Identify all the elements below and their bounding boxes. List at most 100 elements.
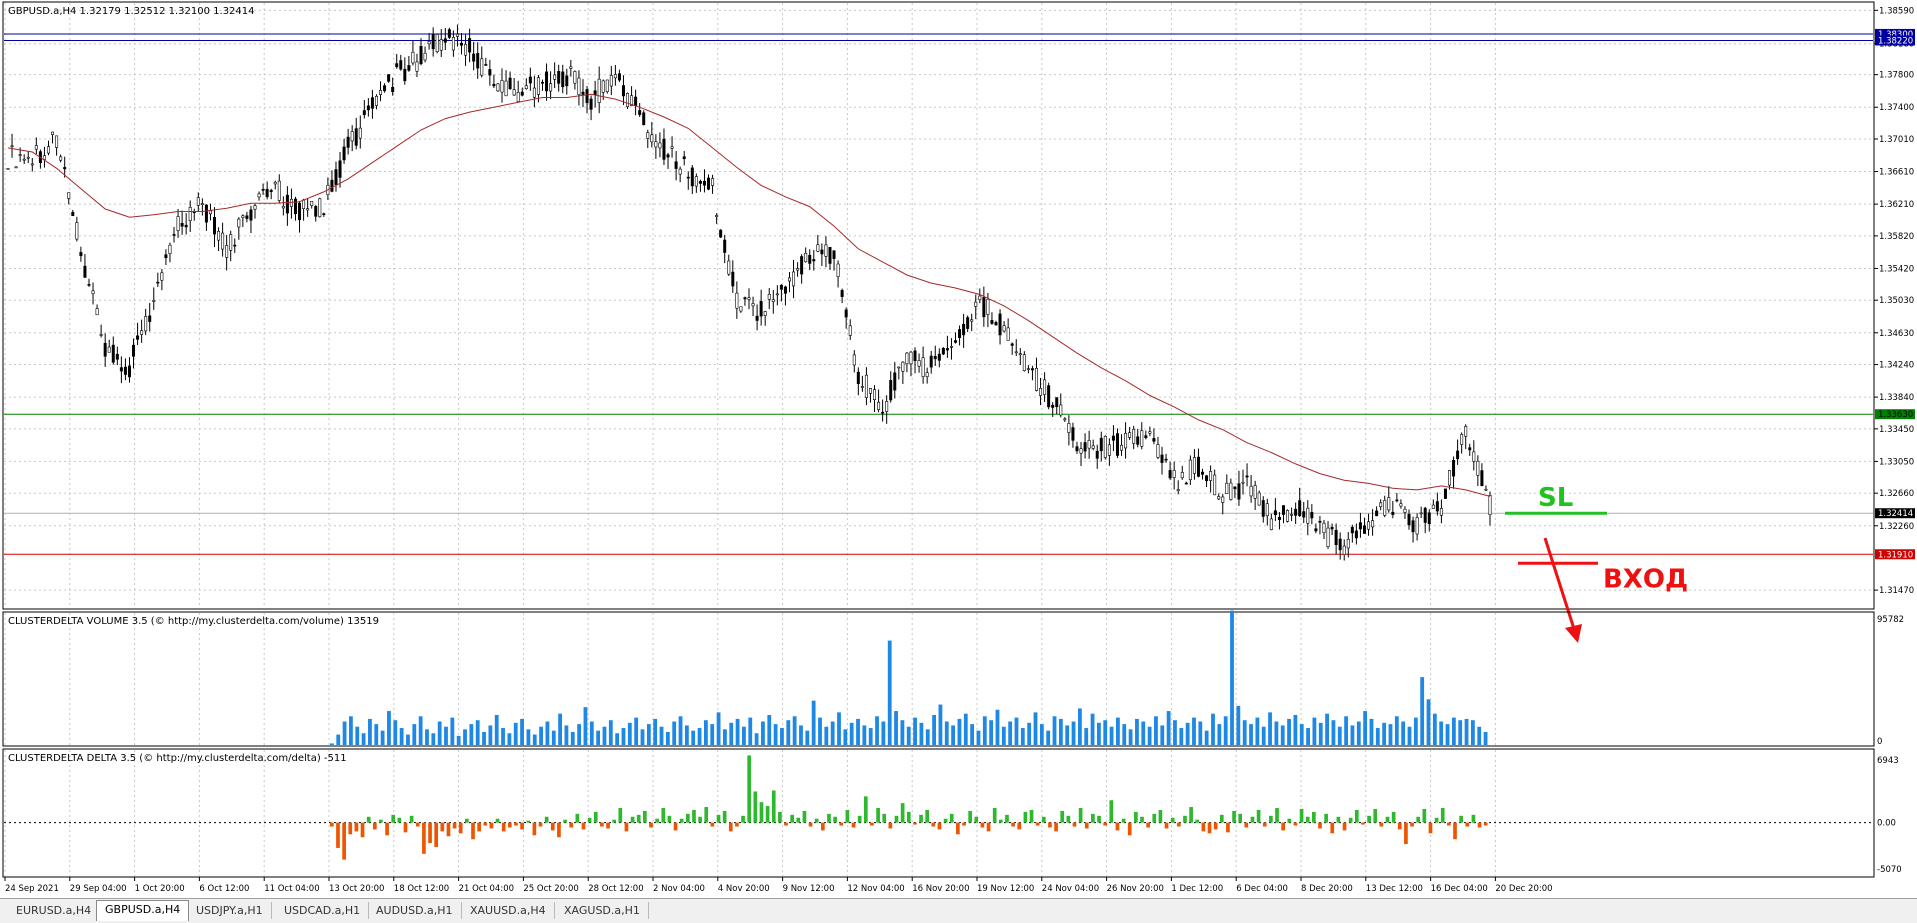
symbol-tab-usdcad-a-h1[interactable]: USDCAD.a,H1	[276, 902, 370, 919]
volume-panel[interactable]: CLUSTERDELTA VOLUME 3.5 (© http://my.clu…	[2, 610, 1875, 747]
volume-bar	[1198, 721, 1203, 745]
symbol-tab-gbpusd-a-h4[interactable]: GBPUSD.a,H4	[96, 900, 190, 921]
delta-bar	[336, 822, 340, 848]
price-bar-body	[848, 325, 852, 336]
delta-bar	[501, 822, 506, 832]
volume-bar	[431, 733, 436, 745]
volume-bar	[970, 724, 975, 745]
price-bar-body	[998, 313, 1002, 336]
volume-bar	[1242, 720, 1247, 745]
delta-bar	[919, 814, 923, 823]
delta-bar	[759, 802, 764, 823]
volume-bar	[583, 707, 588, 745]
price-axis-label: 1.35420	[1879, 264, 1914, 274]
volume-bar	[1325, 713, 1329, 745]
time-axis-label: 16 Nov 20:00	[912, 884, 969, 894]
volume-bar	[627, 722, 632, 745]
delta-bar	[538, 822, 543, 827]
delta-bar	[790, 814, 794, 823]
price-bar-body	[1423, 507, 1427, 523]
symbol-tab-audusd-a-h1[interactable]: AUDUSD.a,H1	[368, 902, 462, 919]
delta-bar	[1361, 822, 1365, 825]
delta-bar	[679, 818, 684, 823]
price-bar-body	[775, 293, 779, 296]
delta-panel[interactable]: CLUSTERDELTA DELTA 3.5 (© http://my.clus…	[2, 748, 1875, 878]
delta-bar	[925, 809, 930, 823]
volume-bar	[1211, 713, 1215, 745]
volume-bar	[742, 726, 746, 745]
price-bar-body	[1488, 495, 1492, 516]
price-bar-body	[26, 156, 30, 159]
price-bar-body	[310, 200, 314, 206]
delta-bar	[532, 822, 537, 836]
volume-bar	[1306, 728, 1310, 745]
volume-bar	[665, 731, 670, 745]
price-bar-body	[844, 309, 848, 318]
price-axis-label: 1.32260	[1879, 522, 1914, 532]
chart-area[interactable]: GBPUSD.a,H4 1.32179 1.32512 1.32100 1.32…	[0, 0, 1917, 898]
volume-bar	[786, 720, 791, 745]
price-bar-body	[516, 92, 520, 102]
volume-bar	[488, 725, 493, 745]
price-panel[interactable]: GBPUSD.a,H4 1.32179 1.32512 1.32100 1.32…	[2, 1, 1875, 643]
symbol-tab-xauusd-a-h4[interactable]: XAUUSD.a,H4	[462, 902, 555, 919]
price-bar-body	[1395, 499, 1399, 502]
volume-bar	[1135, 718, 1139, 745]
price-bar-body	[1391, 511, 1395, 515]
delta-bar	[1391, 811, 1396, 823]
delta-bar	[409, 815, 414, 823]
delta-bar	[980, 822, 985, 828]
delta-bar	[1060, 810, 1065, 823]
delta-bar	[735, 822, 739, 827]
volume-bar	[951, 725, 956, 745]
price-bar-body	[771, 299, 775, 302]
price-bar-body	[982, 297, 986, 318]
time-axis-label: 6 Dec 04:00	[1236, 884, 1288, 894]
delta-bar	[587, 817, 592, 823]
price-bar-body	[1128, 432, 1132, 438]
delta-bar	[1410, 822, 1414, 827]
price-bar-body	[609, 75, 613, 87]
price-bar-body	[476, 53, 480, 69]
price-bar-body	[1448, 470, 1452, 486]
price-bar-body	[1464, 425, 1468, 437]
symbol-tab-xagusd-a-h1[interactable]: XAGUSD.a,H1	[556, 902, 649, 919]
volume-bar	[1173, 720, 1177, 745]
price-bar-body	[727, 260, 731, 275]
price-bar-body	[1168, 470, 1172, 479]
price-bar-body	[293, 198, 297, 215]
price-bar-body	[443, 38, 447, 43]
delta-bar	[1072, 822, 1077, 827]
price-bar-body	[796, 268, 800, 271]
volume-bar	[1204, 730, 1209, 745]
volume-bar	[482, 731, 486, 745]
price-axis-label: 1.37800	[1879, 71, 1914, 81]
price-bar-body	[532, 87, 536, 98]
volume-bar	[862, 725, 867, 745]
volume-bar	[1160, 725, 1165, 745]
price-bar-body	[1030, 368, 1034, 371]
symbol-tab-eurusd-a-h4[interactable]: EURUSD.a,H4	[8, 902, 101, 919]
price-bar-body	[95, 308, 99, 316]
volume-bar	[349, 716, 353, 745]
price-bar-body	[557, 71, 561, 84]
delta-bar	[1281, 822, 1286, 831]
volume-bar	[957, 718, 962, 745]
price-bar-body	[306, 208, 310, 211]
volume-bar	[526, 729, 531, 745]
symbol-tab-bar: EURUSD.a,H4 GBPUSD.a,H4 USDJPY.a,H1 USDCAD.…	[0, 898, 1917, 923]
price-bar-body	[1330, 526, 1334, 530]
price-bar-body	[115, 353, 119, 360]
volume-bar	[1401, 721, 1406, 745]
delta-bar	[636, 814, 641, 823]
price-bar-body	[889, 380, 893, 401]
delta-bar	[606, 822, 610, 829]
time-axis-label: 18 Oct 12:00	[394, 884, 449, 894]
delta-bar	[391, 814, 396, 823]
price-bar-body	[1176, 489, 1180, 492]
price-bar-body	[1201, 471, 1205, 475]
symbol-tab-usdjpy-a-h1[interactable]: USDJPY.a,H1	[188, 902, 272, 919]
delta-bar	[821, 822, 825, 831]
volume-bar	[723, 729, 727, 745]
price-bar-body	[573, 71, 577, 84]
